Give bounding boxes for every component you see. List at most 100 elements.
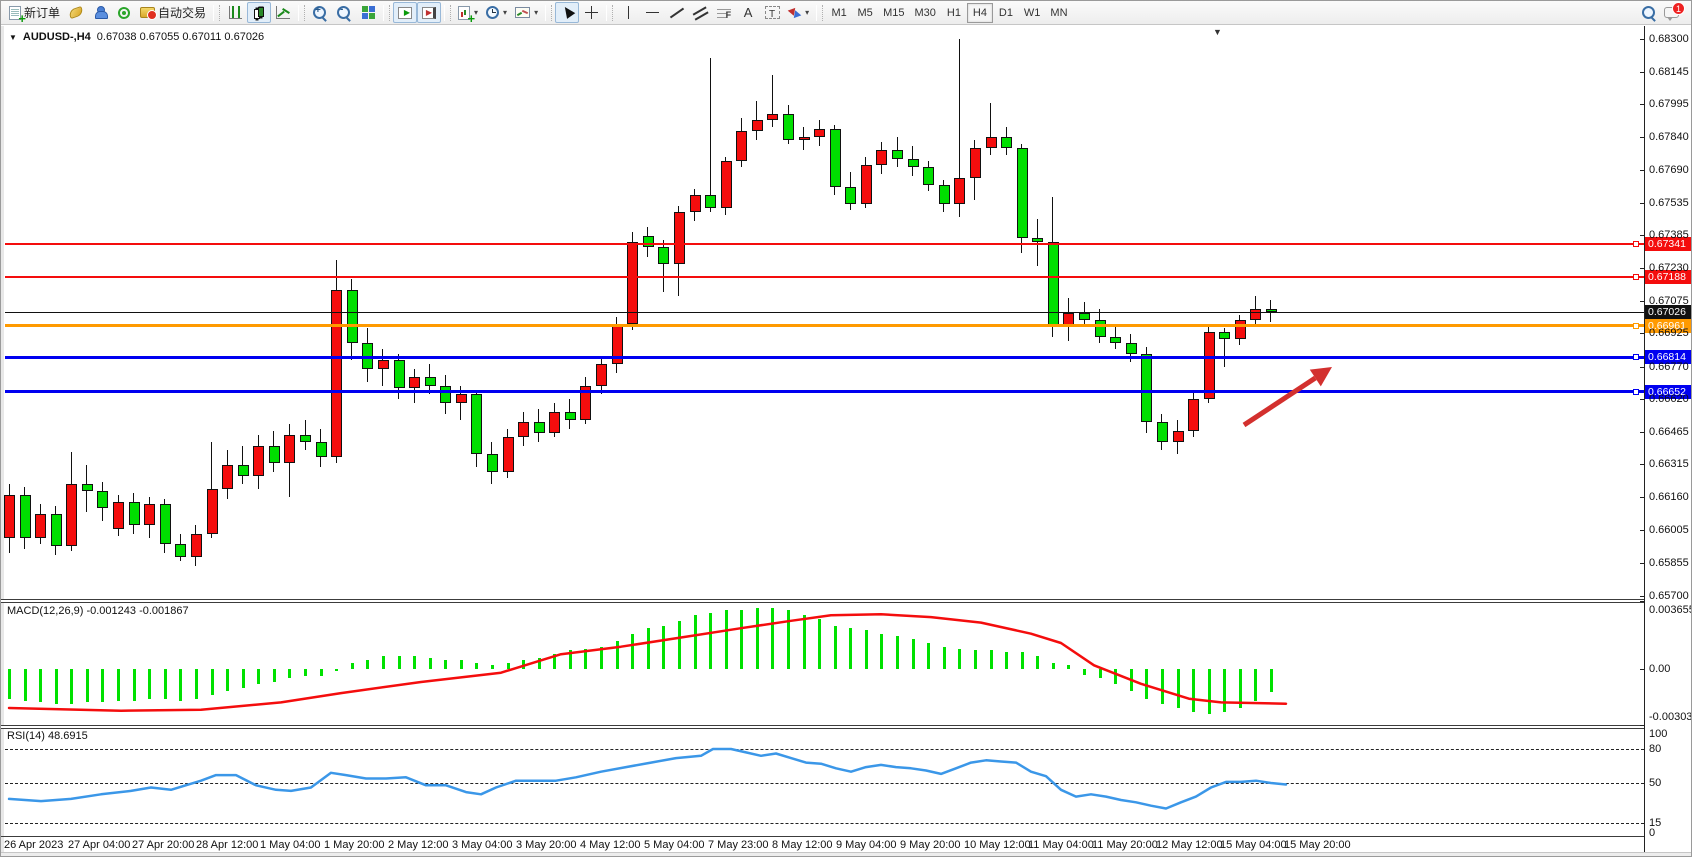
macd-histogram-bar bbox=[647, 628, 650, 669]
horizontal-scroll-strip[interactable] bbox=[1, 852, 1692, 857]
text-label-icon bbox=[765, 6, 780, 19]
search-icon[interactable] bbox=[1642, 6, 1656, 20]
line-handle[interactable] bbox=[1633, 274, 1639, 280]
price-tick-label: 0.67690 bbox=[1649, 164, 1689, 176]
macd-histogram-bar bbox=[101, 669, 104, 702]
candle bbox=[1079, 313, 1090, 319]
timeframe-m30-button[interactable]: M30 bbox=[910, 3, 941, 23]
axis-tick bbox=[1640, 497, 1644, 498]
text-button[interactable] bbox=[736, 2, 760, 23]
periods-button[interactable]: ▾ bbox=[482, 2, 511, 23]
trendline-button[interactable] bbox=[664, 2, 688, 23]
signals-button[interactable] bbox=[112, 2, 136, 23]
axis-tick bbox=[1640, 268, 1644, 269]
candle bbox=[35, 514, 46, 538]
timeframe-h1-button[interactable]: H1 bbox=[941, 3, 967, 23]
macd-histogram-bar bbox=[398, 656, 401, 669]
line-handle[interactable] bbox=[1633, 241, 1639, 247]
line-chart-button[interactable] bbox=[271, 2, 295, 23]
line-handle[interactable] bbox=[1633, 354, 1639, 360]
candle bbox=[253, 446, 264, 476]
line-handle[interactable] bbox=[1633, 323, 1639, 329]
toolbar-separator bbox=[383, 5, 390, 21]
chart-shift-marker[interactable]: ▼ bbox=[1213, 27, 1222, 37]
timeframe-m15-button[interactable]: M15 bbox=[878, 3, 909, 23]
auto-scroll-button[interactable] bbox=[393, 2, 417, 23]
styler-button[interactable] bbox=[64, 2, 88, 23]
candle bbox=[814, 129, 825, 138]
bar-chart-button[interactable] bbox=[223, 2, 247, 23]
notifications-icon[interactable]: 1 bbox=[1664, 7, 1679, 18]
macd-histogram-bar bbox=[1177, 669, 1180, 708]
macd-histogram-bar bbox=[1052, 663, 1055, 669]
macd-histogram-bar bbox=[351, 663, 354, 669]
macd-histogram-bar bbox=[413, 656, 416, 669]
candle bbox=[191, 534, 202, 558]
timeframe-w1-button[interactable]: W1 bbox=[1019, 3, 1046, 23]
candle bbox=[160, 504, 171, 545]
rsi-panel-splitter[interactable] bbox=[1, 725, 1644, 729]
toolbar-separator bbox=[606, 5, 613, 21]
arrows-button[interactable]: ▾ bbox=[784, 2, 813, 23]
axis-tick bbox=[1640, 137, 1644, 138]
channel-button[interactable] bbox=[688, 2, 712, 23]
price-axis[interactable] bbox=[1644, 26, 1645, 852]
new-order-button-label: 新订单 bbox=[24, 4, 60, 21]
tile-windows-button[interactable] bbox=[356, 2, 380, 23]
new-order-button[interactable]: 新订单 bbox=[5, 2, 64, 23]
publisher-button[interactable] bbox=[88, 2, 112, 23]
templates-button[interactable]: ▾ bbox=[511, 2, 542, 23]
toolbar-separator bbox=[444, 5, 451, 21]
horizontal-line-object[interactable] bbox=[5, 324, 1644, 327]
candle bbox=[1250, 309, 1261, 320]
macd-histogram-bar bbox=[1223, 669, 1226, 712]
candle bbox=[892, 150, 903, 159]
candle bbox=[394, 360, 405, 388]
candle-wick bbox=[710, 58, 711, 212]
macd-histogram-bar bbox=[725, 610, 728, 669]
horizontal-line-button[interactable] bbox=[640, 2, 664, 23]
chevron-down-icon[interactable]: ▼ bbox=[9, 33, 17, 42]
macd-histogram-bar bbox=[600, 647, 603, 669]
timeframe-m1-button[interactable]: M1 bbox=[826, 3, 852, 23]
horizontal-line-object[interactable] bbox=[5, 356, 1644, 359]
candle bbox=[269, 446, 280, 463]
trendline-icon bbox=[669, 6, 683, 20]
timeframe-h4-button[interactable]: H4 bbox=[967, 3, 993, 23]
horizontal-line-object[interactable] bbox=[5, 243, 1644, 245]
time-tick-label: 3 May 20:00 bbox=[516, 839, 577, 851]
axis-tick bbox=[1640, 203, 1644, 204]
time-tick-label: 26 Apr 2023 bbox=[4, 839, 63, 851]
vertical-line-button[interactable] bbox=[616, 2, 640, 23]
fibonacci-button[interactable] bbox=[712, 2, 736, 23]
line-handle[interactable] bbox=[1633, 389, 1639, 395]
macd-histogram-bar bbox=[616, 641, 619, 669]
chart-shift-button[interactable] bbox=[417, 2, 441, 23]
time-tick-label: 27 Apr 20:00 bbox=[132, 839, 194, 851]
indicators-button[interactable]: ▾ bbox=[454, 2, 482, 23]
timeframe-m5-button[interactable]: M5 bbox=[852, 3, 878, 23]
macd-panel-splitter[interactable] bbox=[1, 599, 1644, 603]
zoom-in-button[interactable]: + bbox=[308, 2, 332, 23]
horizontal-line-object[interactable] bbox=[5, 276, 1644, 278]
horizontal-line-object[interactable] bbox=[5, 390, 1644, 393]
cursor-button[interactable] bbox=[555, 2, 579, 23]
rsi-label: RSI(14) 48.6915 bbox=[7, 730, 88, 742]
zoom-out-icon: - bbox=[337, 6, 351, 20]
candle bbox=[721, 161, 732, 208]
zoom-out-button[interactable]: - bbox=[332, 2, 356, 23]
crosshair-button[interactable] bbox=[579, 2, 603, 23]
price-tick-label: 0.66465 bbox=[1649, 426, 1689, 438]
candle bbox=[565, 412, 576, 421]
candle bbox=[596, 364, 607, 385]
timeframe-mn-button[interactable]: MN bbox=[1045, 3, 1072, 23]
macd-histogram-bar bbox=[974, 650, 977, 669]
text-label-button[interactable] bbox=[760, 2, 784, 23]
macd-histogram-bar bbox=[320, 669, 323, 676]
macd-histogram-bar bbox=[1192, 669, 1195, 712]
autotrade-button[interactable]: 自动交易 bbox=[136, 2, 210, 23]
macd-histogram-bar bbox=[553, 654, 556, 669]
timeframe-d1-button[interactable]: D1 bbox=[993, 3, 1019, 23]
chevron-down-icon: ▾ bbox=[805, 8, 809, 17]
candle-chart-button[interactable] bbox=[247, 2, 271, 23]
